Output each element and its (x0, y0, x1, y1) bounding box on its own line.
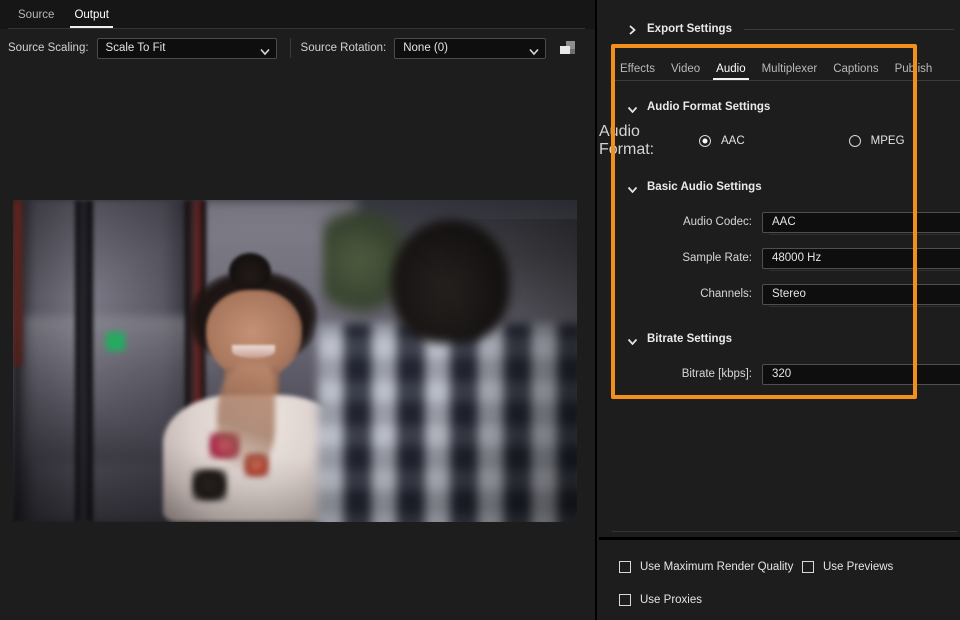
bitrate-label: Bitrate [kbps]: (599, 368, 762, 380)
source-toolbar: Source Scaling: Scale To Fit Source Rota… (0, 29, 597, 67)
checkbox-box[interactable] (619, 594, 631, 606)
tab-video-label: Video (671, 63, 700, 75)
tab-source[interactable]: Source (8, 1, 64, 29)
section-audio-format-title: Audio Format Settings (647, 101, 770, 113)
export-tabbar-rule (612, 80, 960, 81)
row-divider (769, 306, 960, 307)
tab-multiplexer-label: Multiplexer (762, 63, 818, 75)
settings-bottom-rule (612, 531, 957, 532)
chevron-down-icon (627, 334, 638, 345)
chevron-down-icon (529, 44, 538, 53)
scale-to-fit-icon[interactable] (558, 39, 578, 57)
sample-rate-label: Sample Rate: (599, 252, 762, 264)
export-tabbar: Effects Video Audio Multiplexer Captions… (612, 55, 960, 80)
row-audio-codec: Audio Codec: AAC (599, 211, 960, 233)
source-scaling-select[interactable]: Scale To Fit (97, 38, 277, 59)
checkbox-label: Use Maximum Render Quality (640, 561, 793, 573)
checkbox-use-maximum-render-quality[interactable]: Use Maximum Render Quality (619, 561, 793, 573)
source-output-tabbar: Source Output (0, 0, 595, 29)
source-scaling-label: Source Scaling: (8, 42, 89, 54)
tab-effects[interactable]: Effects (612, 63, 663, 80)
chevron-down-icon (627, 182, 638, 193)
tab-video[interactable]: Video (663, 63, 708, 80)
export-settings-title: Export Settings (647, 23, 732, 35)
radio-aac-label: AAC (721, 135, 745, 147)
row-bitrate: Bitrate [kbps]: 320 (599, 363, 960, 385)
channels-label: Channels: (599, 288, 762, 300)
row-divider (769, 234, 960, 235)
export-settings-header[interactable]: Export Settings (599, 18, 960, 40)
section-audio-format-settings[interactable]: Audio Format Settings (627, 99, 770, 115)
video-preview[interactable] (13, 200, 577, 522)
header-rule (744, 29, 954, 30)
sample-rate-input[interactable]: 48000 Hz (762, 248, 960, 269)
preview-frame-image (13, 200, 577, 522)
row-divider (769, 270, 960, 271)
audio-format-label: Audio Format: (599, 123, 699, 159)
chevron-right-icon (627, 23, 637, 35)
source-rotation-select[interactable]: None (0) (394, 38, 546, 59)
row-sample-rate: Sample Rate: 48000 Hz (599, 247, 960, 269)
row-channels: Channels: Stereo (599, 283, 960, 305)
tab-multiplexer[interactable]: Multiplexer (754, 63, 826, 80)
preview-vignette (13, 200, 577, 522)
tab-publish-label: Publish (895, 63, 933, 75)
tab-captions[interactable]: Captions (825, 63, 886, 80)
tab-output[interactable]: Output (64, 1, 119, 29)
tab-effects-label: Effects (620, 63, 655, 75)
section-basic-audio-title: Basic Audio Settings (647, 181, 762, 193)
toolbar-divider (290, 38, 291, 58)
checkbox-label: Use Proxies (640, 594, 702, 606)
radio-mpeg-label: MPEG (871, 135, 905, 147)
export-settings-panel: Export Settings Effects Video Audio Mult… (599, 0, 960, 620)
source-rotation-value: None (0) (403, 42, 448, 54)
export-settings-window: Source Output Source Scaling: Scale To F… (0, 0, 960, 620)
source-output-panel: Source Output Source Scaling: Scale To F… (0, 0, 597, 620)
checkbox-label: Use Previews (823, 561, 893, 573)
section-basic-audio-settings[interactable]: Basic Audio Settings (627, 179, 762, 195)
source-scaling-value: Scale To Fit (106, 42, 166, 54)
footer-divider (599, 537, 960, 540)
tab-publish[interactable]: Publish (887, 63, 941, 80)
checkbox-box[interactable] (802, 561, 814, 573)
checkbox-use-previews[interactable]: Use Previews (802, 561, 893, 573)
checkbox-use-proxies[interactable]: Use Proxies (619, 594, 702, 606)
radio-mpeg[interactable] (849, 135, 861, 147)
channels-input[interactable]: Stereo (762, 284, 960, 305)
audio-codec-label: Audio Codec: (599, 216, 762, 228)
bitrate-input[interactable]: 320 (762, 364, 960, 385)
chevron-down-icon (260, 44, 269, 53)
source-rotation-label: Source Rotation: (301, 42, 387, 54)
tab-output-label: Output (74, 9, 109, 21)
tab-captions-label: Captions (833, 63, 878, 75)
checkbox-box[interactable] (619, 561, 631, 573)
tab-audio[interactable]: Audio (708, 63, 753, 80)
audio-codec-input[interactable]: AAC (762, 212, 960, 233)
chevron-down-icon (627, 102, 638, 113)
radio-aac[interactable] (699, 135, 711, 147)
tab-audio-label: Audio (716, 63, 745, 75)
section-bitrate-title: Bitrate Settings (647, 333, 732, 345)
tab-source-label: Source (18, 9, 54, 21)
section-bitrate-settings[interactable]: Bitrate Settings (627, 331, 732, 347)
audio-format-row: Audio Format: AAC MPEG (599, 133, 905, 149)
